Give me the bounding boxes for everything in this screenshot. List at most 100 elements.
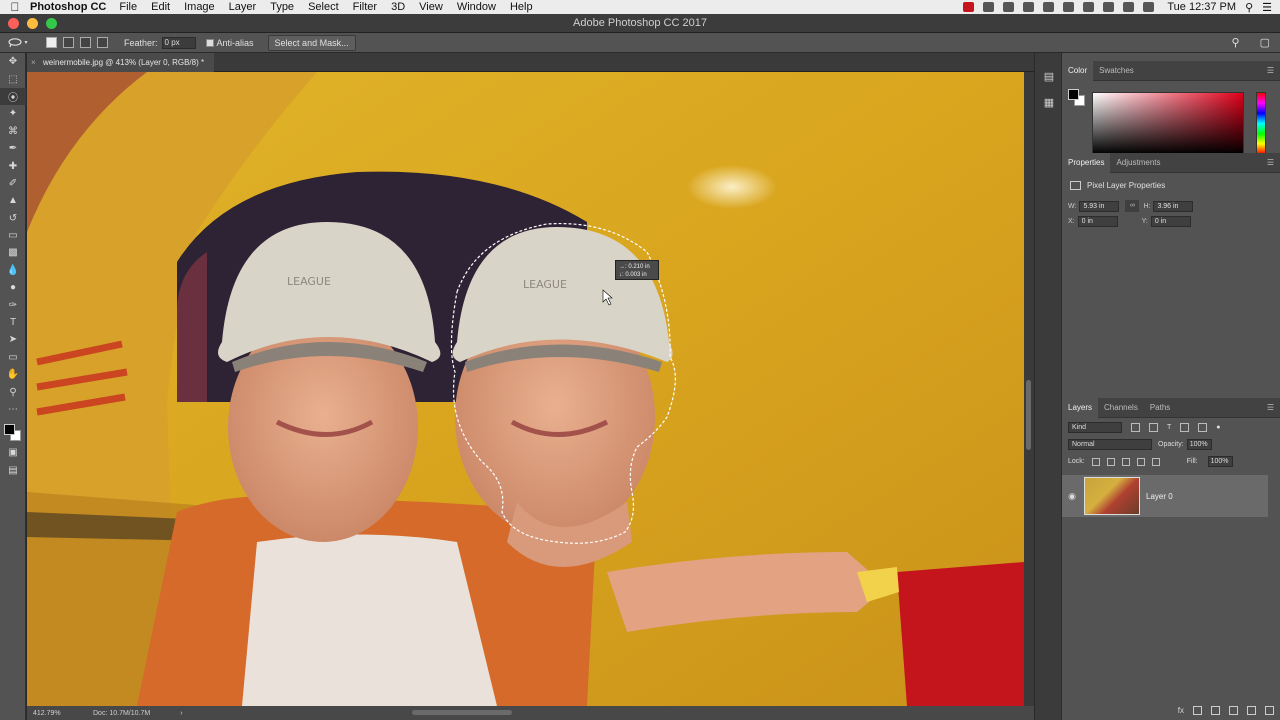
filter-smart-object-icon[interactable] — [1198, 423, 1208, 432]
close-icon[interactable]: × — [31, 53, 36, 72]
history-panel-icon[interactable]: ▤ — [1035, 63, 1063, 89]
vertical-scrollbar[interactable] — [1024, 72, 1034, 706]
path-selection-tool-icon[interactable]: ➤ — [0, 331, 26, 348]
brush-tool-icon[interactable]: ✐ — [0, 175, 26, 192]
healing-brush-tool-icon[interactable]: ✚ — [0, 157, 26, 174]
app-tray-icon[interactable] — [963, 2, 975, 12]
eraser-tool-icon[interactable]: ▭ — [0, 227, 26, 244]
gradient-tool-icon[interactable]: ▩ — [0, 244, 26, 261]
document-canvas[interactable]: LEAGUE LEAGUE →: 0.210 in ↓: 0.003 in — [27, 72, 1024, 706]
lasso-tool-icon[interactable]: ⦿ — [0, 87, 26, 106]
hue-slider[interactable] — [1256, 92, 1266, 155]
spotlight-icon[interactable]: ⚲ — [1245, 1, 1253, 14]
document-tab[interactable]: × weinermobile.jpg @ 413% (Layer 0, RGB/… — [27, 53, 215, 72]
filter-kind-select[interactable]: Kind — [1068, 422, 1122, 433]
x-field[interactable]: 0 in — [1077, 216, 1118, 227]
menu-clock[interactable]: Tue 12:37 PM — [1167, 1, 1236, 13]
tab-layers[interactable]: Layers — [1062, 397, 1099, 418]
tool-preset-picker[interactable]: ▾ — [0, 37, 36, 48]
panel-menu-icon[interactable]: ☰ — [1267, 403, 1274, 412]
zoom-level-field[interactable]: 412.79% — [33, 710, 85, 717]
vertical-scroll-thumb[interactable] — [1026, 380, 1031, 450]
creative-cloud-icon[interactable] — [1003, 2, 1015, 12]
lock-image-icon[interactable] — [1106, 457, 1115, 466]
status-menu-arrow-icon[interactable]: › — [180, 710, 182, 717]
rectangle-tool-icon[interactable]: ▭ — [0, 349, 26, 366]
time-machine-icon[interactable] — [1043, 2, 1055, 12]
hand-tool-icon[interactable]: ✋ — [0, 366, 26, 383]
lock-all-icon[interactable] — [1151, 457, 1160, 466]
width-field[interactable]: 5.93 in — [1079, 200, 1120, 212]
panel-menu-icon[interactable]: ☰ — [1267, 158, 1274, 167]
color-spectrum-field[interactable] — [1092, 92, 1244, 155]
subtract-from-selection-button[interactable] — [80, 37, 91, 48]
layer-row[interactable]: ◉ Layer 0 — [1062, 475, 1268, 517]
panel-menu-icon[interactable]: ☰ — [1267, 66, 1274, 75]
adjustment-layer-icon[interactable] — [1211, 706, 1220, 715]
add-mask-icon[interactable] — [1193, 706, 1202, 715]
crop-tool-icon[interactable]: ⌘ — [0, 123, 26, 140]
bluetooth-icon[interactable] — [1063, 2, 1075, 12]
workspace-switcher-icon[interactable]: ▢ — [1260, 36, 1270, 49]
menu-filter[interactable]: Filter — [353, 1, 377, 13]
link-layers-icon[interactable]: fx — [1178, 706, 1184, 715]
filter-shape-icon[interactable] — [1180, 423, 1190, 432]
height-field[interactable]: 3.96 in — [1153, 200, 1194, 212]
new-layer-icon[interactable] — [1247, 706, 1256, 715]
blend-mode-select[interactable]: Normal — [1068, 439, 1152, 450]
tab-color[interactable]: Color — [1062, 60, 1094, 81]
lock-transparent-icon[interactable] — [1091, 457, 1100, 466]
battery-icon[interactable] — [1143, 2, 1155, 12]
foreground-color-chip[interactable] — [1068, 89, 1079, 100]
foreground-color-swatch[interactable] — [4, 424, 15, 436]
horizontal-scroll-thumb[interactable] — [412, 710, 512, 715]
eyedropper-tool-icon[interactable]: ✒ — [0, 140, 26, 157]
add-to-selection-button[interactable] — [63, 37, 74, 48]
tab-swatches[interactable]: Swatches — [1093, 61, 1140, 81]
new-group-icon[interactable] — [1229, 706, 1238, 715]
sync-icon[interactable] — [1023, 2, 1035, 12]
filter-type-icon[interactable]: T — [1167, 424, 1171, 431]
y-field[interactable]: 0 in — [1150, 216, 1191, 227]
screen-mode-icon[interactable]: ▤ — [0, 462, 26, 479]
select-and-mask-button[interactable]: Select and Mask... — [267, 34, 356, 51]
trash-icon[interactable] — [1265, 706, 1274, 715]
layer-name[interactable]: Layer 0 — [1146, 492, 1173, 501]
menu-edit[interactable]: Edit — [151, 1, 170, 13]
clone-stamp-tool-icon[interactable]: ▲ — [0, 192, 26, 209]
opacity-field[interactable]: 100% — [1186, 439, 1212, 450]
minimize-window-button[interactable] — [27, 18, 38, 29]
intersect-selection-button[interactable] — [97, 37, 108, 48]
properties-panel-icon[interactable]: ▦ — [1035, 89, 1063, 115]
notification-center-icon[interactable]: ☰ — [1262, 1, 1272, 14]
marquee-tool-icon[interactable]: ⬚ — [0, 70, 26, 87]
pen-tool-icon[interactable]: ✑ — [0, 296, 26, 313]
menu-file[interactable]: File — [119, 1, 137, 13]
new-selection-button[interactable] — [46, 37, 57, 48]
menu-help[interactable]: Help — [510, 1, 533, 13]
menu-window[interactable]: Window — [457, 1, 496, 13]
type-tool-icon[interactable]: T — [0, 314, 26, 331]
link-icon[interactable]: ∞ — [1125, 200, 1140, 212]
menu-layer[interactable]: Layer — [229, 1, 257, 13]
filter-adjustment-icon[interactable] — [1149, 423, 1158, 432]
menu-select[interactable]: Select — [308, 1, 339, 13]
close-window-button[interactable] — [8, 18, 19, 29]
feather-input[interactable]: 0 px — [161, 36, 196, 49]
fullscreen-window-button[interactable] — [46, 18, 57, 29]
more-tools-icon[interactable]: ⋯ — [0, 401, 26, 418]
dodge-tool-icon[interactable]: ● — [0, 279, 26, 296]
move-tool-icon[interactable]: ✥ — [0, 53, 26, 70]
tab-paths[interactable]: Paths — [1144, 398, 1176, 418]
fill-field[interactable]: 100% — [1207, 456, 1233, 467]
lock-artboard-icon[interactable] — [1136, 457, 1145, 466]
dropbox-icon[interactable] — [983, 2, 995, 12]
tab-channels[interactable]: Channels — [1098, 398, 1144, 418]
visibility-eye-icon[interactable]: ◉ — [1062, 491, 1082, 502]
menu-3d[interactable]: 3D — [391, 1, 405, 13]
filter-toggle-icon[interactable]: ● — [1216, 424, 1220, 431]
apple-icon[interactable]:  — [0, 0, 30, 14]
tab-properties[interactable]: Properties — [1062, 152, 1111, 173]
zoom-tool-icon[interactable]: ⚲ — [0, 383, 26, 400]
input-menu-icon[interactable] — [1103, 2, 1115, 12]
